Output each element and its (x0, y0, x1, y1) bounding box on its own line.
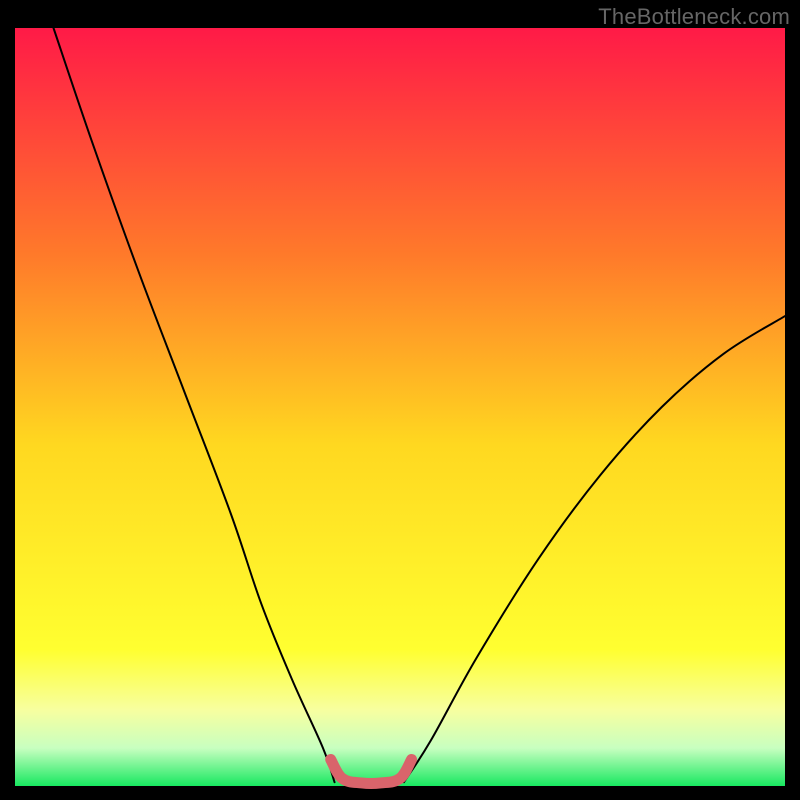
watermark-text: TheBottleneck.com (598, 4, 790, 30)
chart-canvas (0, 0, 800, 800)
plot-background (15, 28, 785, 786)
chart-frame: { "watermark": "TheBottleneck.com", "cha… (0, 0, 800, 800)
